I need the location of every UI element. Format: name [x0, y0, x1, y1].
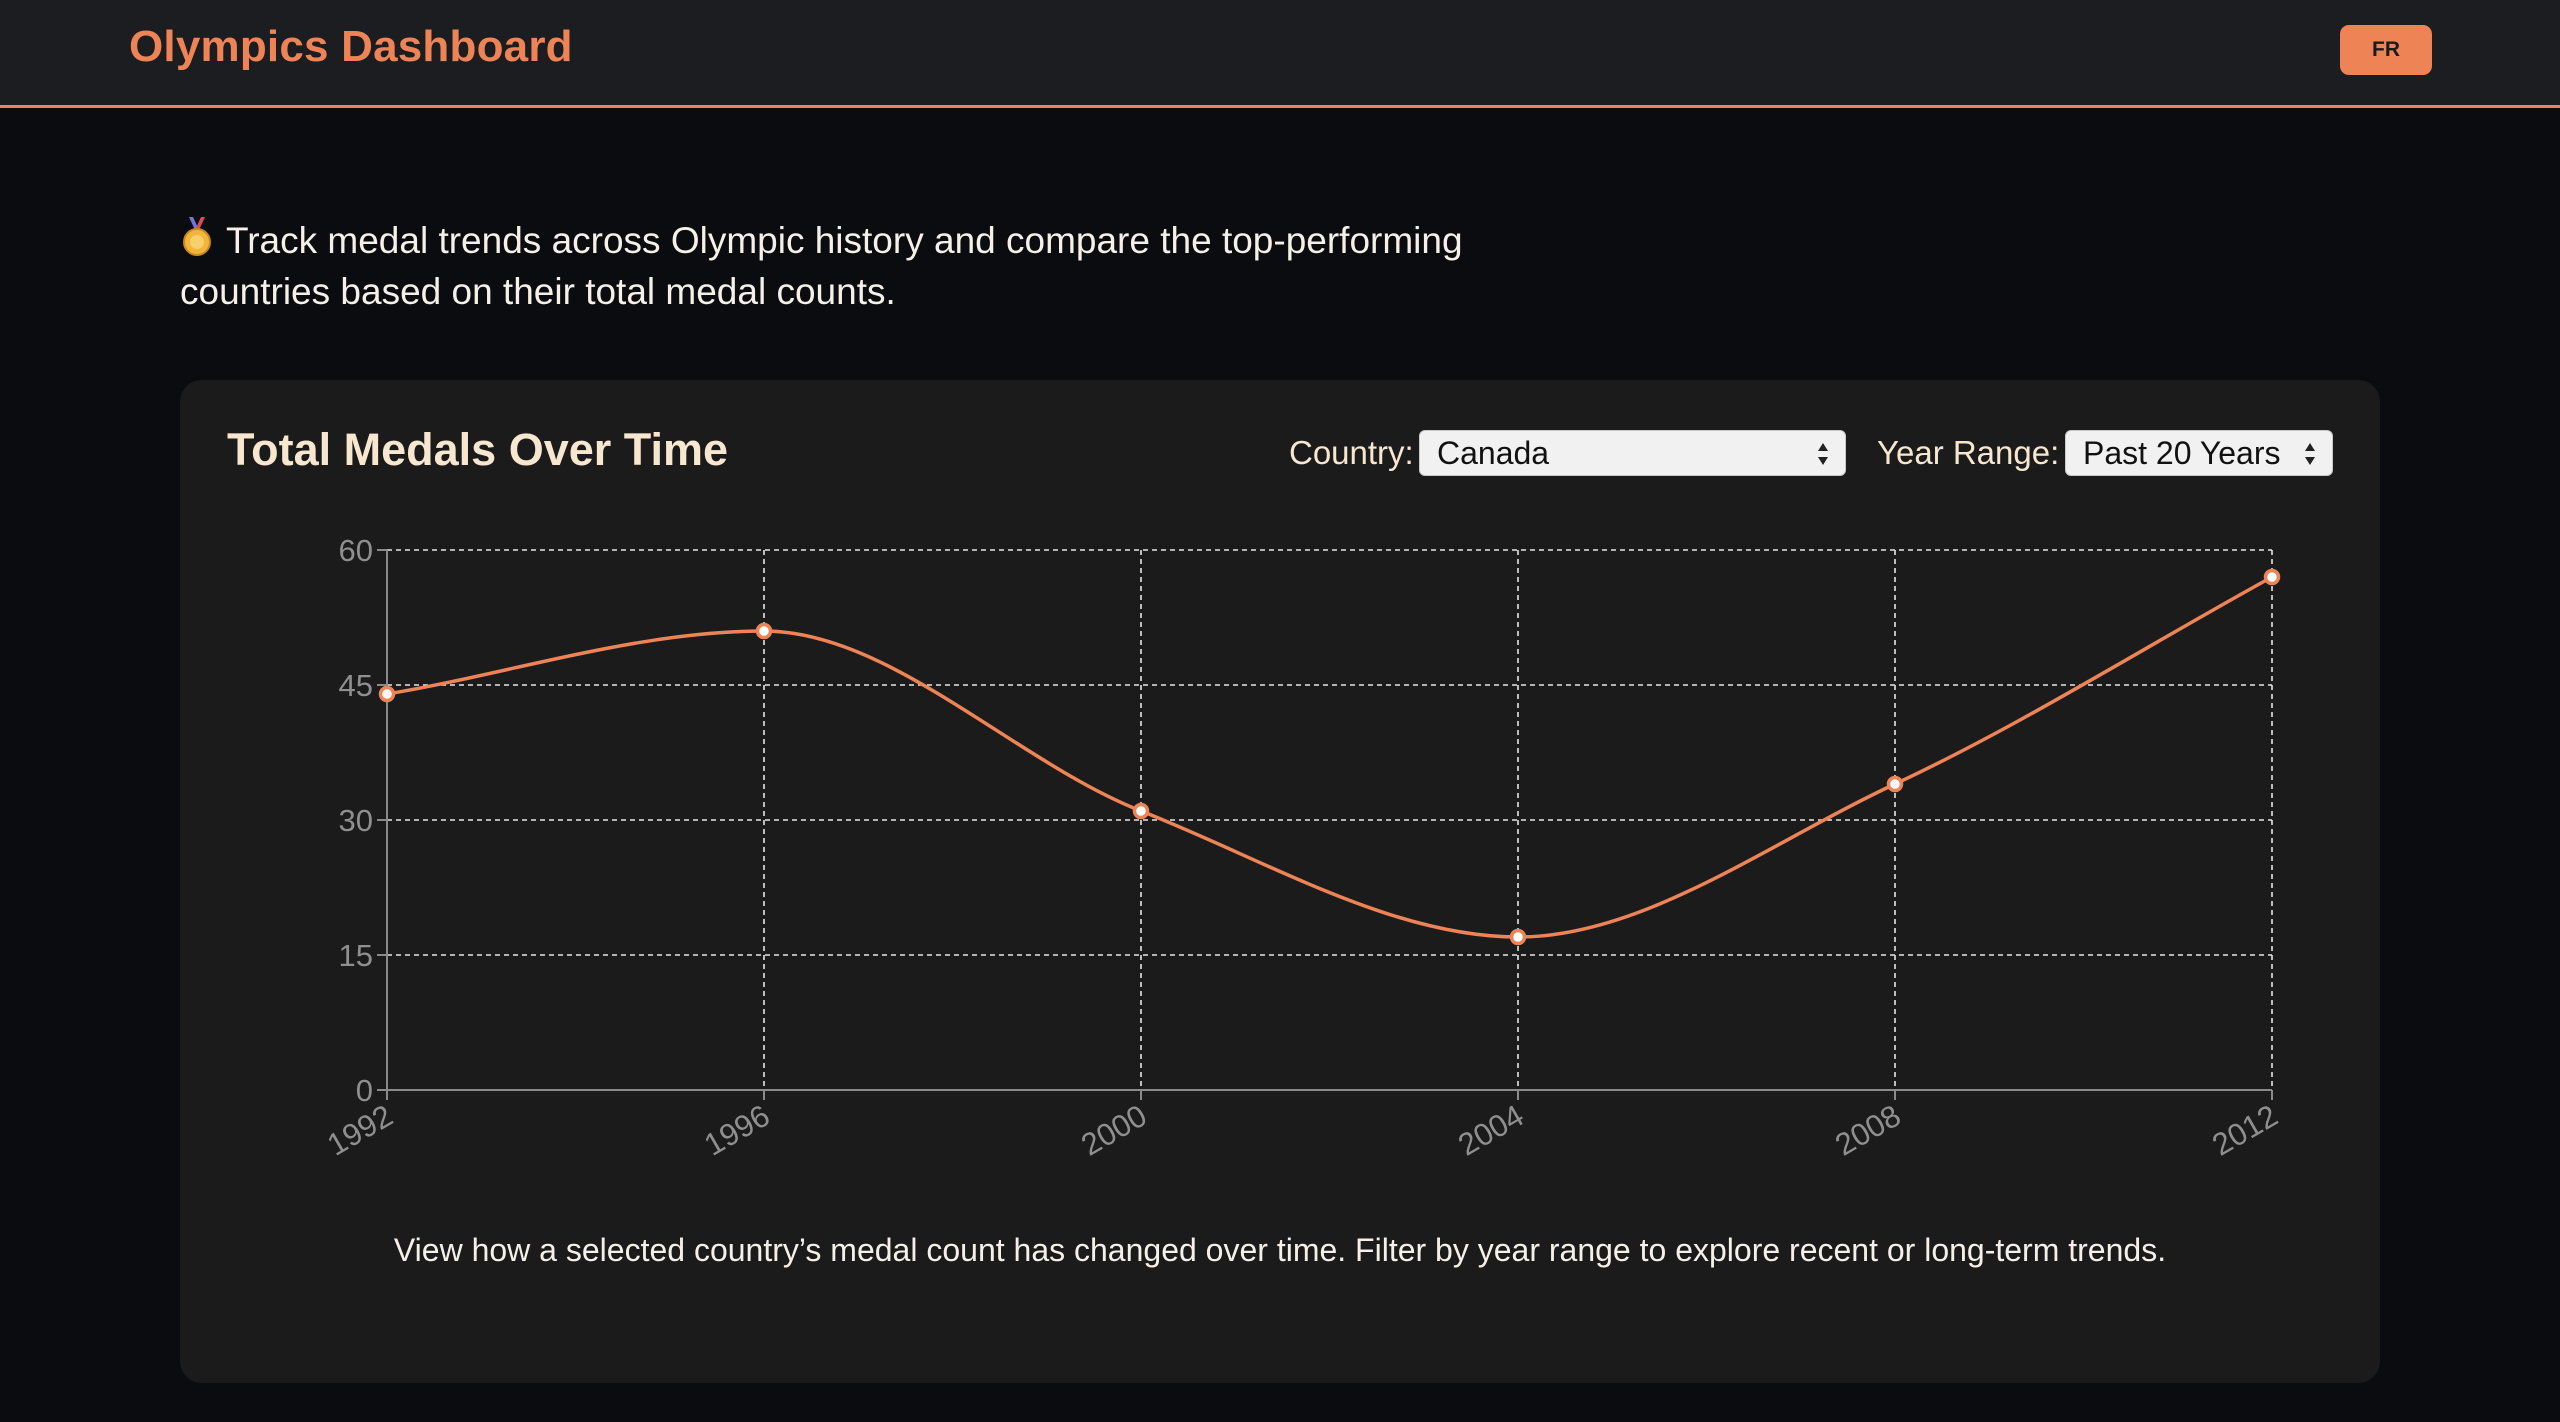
data-point — [1886, 775, 1904, 793]
medal-icon — [180, 217, 214, 257]
x-tick-label: 2008 — [1829, 1098, 1906, 1163]
x-tick-label: 2000 — [1075, 1098, 1152, 1163]
intro-text-block: Track medal trends across Olympic histor… — [180, 215, 1580, 317]
language-toggle-button[interactable]: FR — [2340, 25, 2432, 75]
y-tick-label: 60 — [339, 533, 373, 568]
data-point — [755, 622, 773, 640]
y-tick-label: 45 — [339, 668, 373, 703]
data-point — [378, 685, 396, 703]
top-navigation-bar: Olympics Dashboard FR — [0, 0, 2560, 108]
intro-text: Track medal trends across Olympic histor… — [180, 220, 1463, 312]
app-title: Olympics Dashboard — [129, 22, 573, 71]
chart-panel: Total Medals Over Time Country: Canada Y… — [180, 380, 2380, 1383]
x-tick-label: 2012 — [2206, 1098, 2283, 1163]
medals-line-chart: 0153045601992 1996 2000 2004 2008 2012 — [321, 533, 2283, 1163]
medal-count-line — [386, 575, 2273, 939]
data-point — [1132, 802, 1150, 820]
data-point — [1509, 928, 1527, 946]
y-tick-label: 30 — [339, 803, 373, 838]
x-tick-label: 1996 — [698, 1098, 775, 1163]
chart-caption: View how a selected country’s medal coun… — [393, 1232, 2167, 1268]
x-tick-label: 2004 — [1452, 1098, 1529, 1163]
y-tick-label: 15 — [339, 938, 373, 973]
data-point — [2263, 568, 2281, 586]
